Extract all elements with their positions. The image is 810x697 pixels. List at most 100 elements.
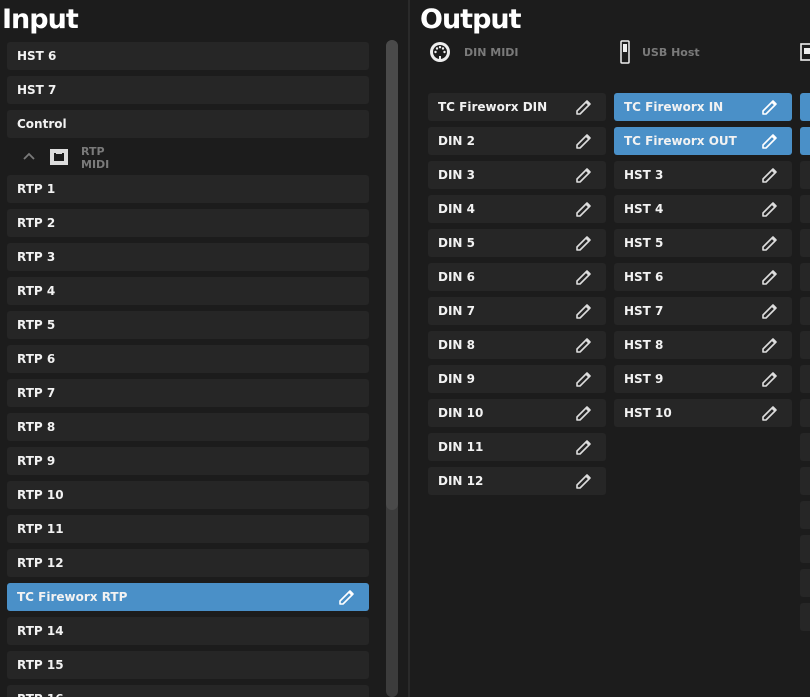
output-din-row[interactable]: DIN 10 — [428, 399, 606, 427]
edit-pencil-icon[interactable] — [574, 471, 594, 491]
output-din-row[interactable]: DIN 5 — [428, 229, 606, 257]
edit-pencil-icon[interactable] — [760, 131, 780, 151]
edit-pencil-icon[interactable] — [574, 97, 594, 117]
tab-network[interactable] — [800, 40, 810, 64]
output-network-row-partial[interactable] — [800, 603, 810, 631]
output-din-label: DIN 7 — [438, 304, 475, 318]
edit-pencil-icon[interactable] — [574, 165, 594, 185]
output-network-row-partial[interactable] — [800, 127, 810, 155]
input-row[interactable]: RTP 14 — [7, 617, 369, 645]
output-din-row[interactable]: DIN 11 — [428, 433, 606, 461]
input-row[interactable]: RTP 1 — [7, 175, 369, 203]
output-din-label: DIN 9 — [438, 372, 475, 386]
output-network-row-partial[interactable] — [800, 433, 810, 461]
input-row[interactable]: RTP 5 — [7, 311, 369, 339]
din-connector-icon — [430, 42, 450, 62]
output-usb-row-selected[interactable]: TC Fireworx OUT — [614, 127, 792, 155]
input-row[interactable]: RTP 7 — [7, 379, 369, 407]
input-row-selected[interactable]: TC Fireworx RTP — [7, 583, 369, 611]
input-row[interactable]: RTP 2 — [7, 209, 369, 237]
output-din-label: DIN 6 — [438, 270, 475, 284]
output-network-row-partial[interactable] — [800, 263, 810, 291]
output-usb-row[interactable]: HST 4 — [614, 195, 792, 223]
edit-pencil-icon[interactable] — [574, 233, 594, 253]
input-row[interactable]: RTP 8 — [7, 413, 369, 441]
input-row[interactable]: Control — [7, 110, 369, 138]
output-network-row-partial[interactable] — [800, 399, 810, 427]
output-network-row-partial[interactable] — [800, 467, 810, 495]
tab-usb-host[interactable]: USB Host — [620, 40, 700, 64]
edit-pencil-icon[interactable] — [337, 587, 357, 607]
output-network-row-partial[interactable] — [800, 229, 810, 257]
edit-pencil-icon[interactable] — [574, 369, 594, 389]
output-din-row[interactable]: DIN 12 — [428, 467, 606, 495]
edit-pencil-icon[interactable] — [574, 403, 594, 423]
output-network-row-partial[interactable] — [800, 93, 810, 121]
output-usb-row[interactable]: HST 10 — [614, 399, 792, 427]
edit-pencil-icon[interactable] — [574, 301, 594, 321]
output-din-row[interactable]: DIN 9 — [428, 365, 606, 393]
input-panel: Input HST 6 HST 7 Control RTP MIDI RTP 1… — [0, 0, 408, 697]
output-usb-label: HST 4 — [624, 202, 664, 216]
output-usb-row[interactable]: HST 8 — [614, 331, 792, 359]
chevron-up-icon[interactable] — [20, 143, 38, 171]
output-usb-label: TC Fireworx OUT — [624, 134, 737, 148]
edit-pencil-icon[interactable] — [760, 97, 780, 117]
output-usb-row[interactable]: HST 6 — [614, 263, 792, 291]
tab-din-midi-label: DIN MIDI — [464, 45, 519, 59]
edit-pencil-icon[interactable] — [760, 335, 780, 355]
output-usb-row[interactable]: HST 9 — [614, 365, 792, 393]
output-network-row-partial[interactable] — [800, 297, 810, 325]
output-din-row[interactable]: DIN 7 — [428, 297, 606, 325]
output-usb-row[interactable]: HST 7 — [614, 297, 792, 325]
input-row[interactable]: RTP 12 — [7, 549, 369, 577]
output-network-row-partial[interactable] — [800, 569, 810, 597]
output-din-row[interactable]: DIN 4 — [428, 195, 606, 223]
output-usb-row-selected[interactable]: TC Fireworx IN — [614, 93, 792, 121]
input-row[interactable]: RTP 6 — [7, 345, 369, 373]
output-network-row-partial[interactable] — [800, 161, 810, 189]
edit-pencil-icon[interactable] — [760, 233, 780, 253]
output-din-label: DIN 3 — [438, 168, 475, 182]
output-network-row-partial[interactable] — [800, 331, 810, 359]
output-din-row[interactable]: DIN 2 — [428, 127, 606, 155]
input-row[interactable]: RTP 16 — [7, 685, 369, 697]
output-usb-label: HST 9 — [624, 372, 664, 386]
output-din-row[interactable]: DIN 8 — [428, 331, 606, 359]
input-scrollbar-thumb[interactable] — [386, 40, 398, 510]
output-network-row-partial[interactable] — [800, 195, 810, 223]
tab-din-midi[interactable]: DIN MIDI — [428, 40, 519, 64]
edit-pencil-icon[interactable] — [760, 199, 780, 219]
edit-pencil-icon[interactable] — [574, 131, 594, 151]
edit-pencil-icon[interactable] — [760, 165, 780, 185]
input-row[interactable]: HST 7 — [7, 76, 369, 104]
output-din-row[interactable]: DIN 3 — [428, 161, 606, 189]
edit-pencil-icon[interactable] — [574, 267, 594, 287]
edit-pencil-icon[interactable] — [574, 335, 594, 355]
input-row[interactable]: RTP 10 — [7, 481, 369, 509]
input-row[interactable]: RTP 4 — [7, 277, 369, 305]
input-row[interactable]: RTP 3 — [7, 243, 369, 271]
edit-pencil-icon[interactable] — [574, 199, 594, 219]
output-usb-label: HST 7 — [624, 304, 664, 318]
output-din-row[interactable]: TC Fireworx DIN — [428, 93, 606, 121]
output-title: Output — [420, 4, 522, 35]
input-row[interactable]: RTP 15 — [7, 651, 369, 679]
edit-pencil-icon[interactable] — [760, 403, 780, 423]
output-usb-row[interactable]: HST 5 — [614, 229, 792, 257]
input-row[interactable]: RTP 11 — [7, 515, 369, 543]
output-network-row-partial[interactable] — [800, 535, 810, 563]
output-network-row-partial[interactable] — [800, 365, 810, 393]
output-din-label: DIN 5 — [438, 236, 475, 250]
output-usb-label: TC Fireworx IN — [624, 100, 724, 114]
edit-pencil-icon[interactable] — [760, 301, 780, 321]
edit-pencil-icon[interactable] — [760, 369, 780, 389]
edit-pencil-icon[interactable] — [760, 267, 780, 287]
edit-pencil-icon[interactable] — [574, 437, 594, 457]
output-usb-label: HST 3 — [624, 168, 664, 182]
input-row[interactable]: RTP 9 — [7, 447, 369, 475]
output-din-row[interactable]: DIN 6 — [428, 263, 606, 291]
output-usb-row[interactable]: HST 3 — [614, 161, 792, 189]
input-row[interactable]: HST 6 — [7, 42, 369, 70]
output-network-row-partial[interactable] — [800, 501, 810, 529]
